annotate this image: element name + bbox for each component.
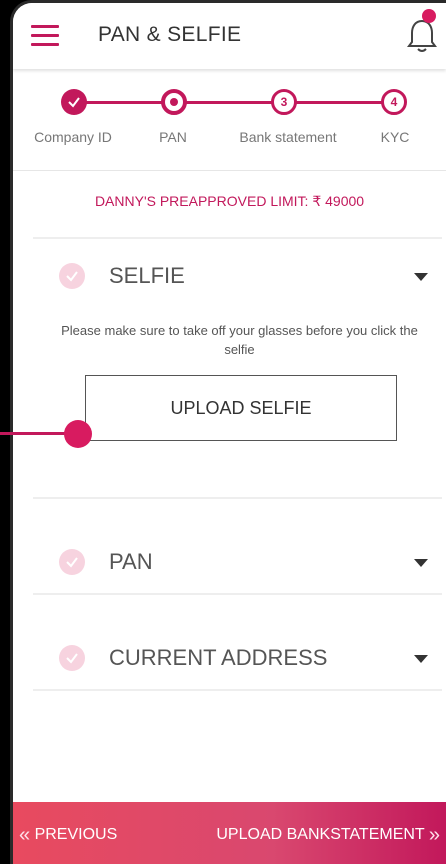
upload-selfie-button[interactable]: UPLOAD SELFIE <box>85 375 397 441</box>
chevron-right-icon: » <box>428 824 440 846</box>
page-title: PAN & SELFIE <box>98 23 242 46</box>
step-label-pan: PAN <box>159 129 187 145</box>
section-pan-label: PAN <box>109 549 153 574</box>
step-pan-dot[interactable] <box>161 89 187 115</box>
divider <box>33 689 442 691</box>
previous-label: PREVIOUS <box>34 826 118 843</box>
progress-stepper: 3 4 Company ID PAN Bank statement KYC <box>13 81 446 171</box>
check-icon <box>59 645 85 671</box>
section-address-label: CURRENT ADDRESS <box>109 645 328 670</box>
step-kyc-dot[interactable]: 4 <box>381 89 407 115</box>
divider <box>33 237 442 239</box>
previous-button[interactable]: « PREVIOUS <box>19 824 117 847</box>
check-icon <box>68 97 80 108</box>
caret-down-icon[interactable] <box>414 273 428 281</box>
bell-icon[interactable] <box>406 9 438 55</box>
divider <box>33 593 442 595</box>
step-bank-statement-dot[interactable]: 3 <box>271 89 297 115</box>
section-pan-header[interactable]: PAN <box>13 541 446 581</box>
app-header: PAN & SELFIE <box>13 3 446 69</box>
upload-bankstatement-button[interactable]: UPLOAD BANKSTATEMENT » <box>216 824 440 847</box>
selfie-instruction: Please make sure to take off your glasse… <box>61 323 418 357</box>
divider <box>33 497 442 499</box>
chevron-left-icon: « <box>19 824 31 846</box>
section-address-header[interactable]: CURRENT ADDRESS <box>13 637 446 677</box>
check-icon <box>59 549 85 575</box>
notification-badge <box>422 9 436 23</box>
step-label-company-id: Company ID <box>34 129 112 145</box>
pointer-dot <box>64 420 92 448</box>
preapproved-limit: DANNY'S PREAPPROVED LIMIT: ₹ 49000 <box>94 193 365 209</box>
caret-down-icon[interactable] <box>414 655 428 663</box>
section-selfie-header[interactable]: SELFIE <box>13 255 446 295</box>
caret-down-icon[interactable] <box>414 559 428 567</box>
section-selfie-label: SELFIE <box>109 263 185 288</box>
menu-icon[interactable] <box>31 25 59 47</box>
step-label-kyc: KYC <box>380 129 410 145</box>
step-label-bank-statement: Bank statement <box>239 129 337 145</box>
footer-nav: « PREVIOUS UPLOAD BANKSTATEMENT » <box>13 802 446 864</box>
check-icon <box>59 263 85 289</box>
next-label: UPLOAD BANKSTATEMENT <box>216 826 425 843</box>
step-company-id-dot[interactable] <box>61 89 87 115</box>
